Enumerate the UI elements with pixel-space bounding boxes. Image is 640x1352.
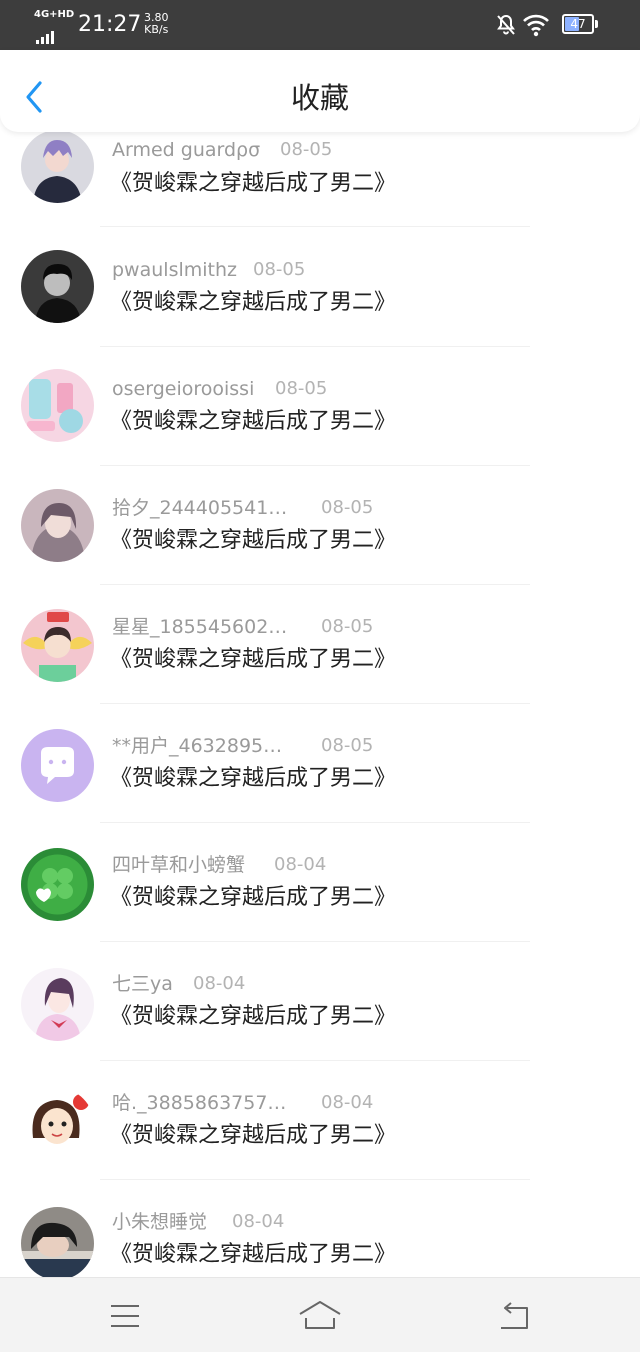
item-meta: 哈._3885863757… 08-04 [112,1091,373,1115]
book-title: 《贺峻霖之穿越后成了男二》 [110,290,397,315]
book-title: 《贺峻霖之穿越后成了男二》 [110,1123,397,1148]
item-meta: 小朱想睡觉 08-04 [112,1210,284,1234]
list-item[interactable]: Armed guardρσ 08-05 《贺峻霖之穿越后成了男二》 [0,132,640,251]
username: **用户_4632895… [112,735,283,757]
avatar[interactable] [21,968,94,1041]
battery-tip [595,20,598,28]
avatar[interactable] [21,729,94,802]
list-item[interactable]: 小朱想睡觉 08-04 《贺峻霖之穿越后成了男二》 [0,1203,640,1277]
item-meta: osergeiorooissi 08-05 [112,377,327,401]
item-meta: Armed guardρσ 08-05 [112,138,332,162]
back-icon[interactable] [493,1296,537,1336]
item-date: 08-05 [253,259,306,280]
avatar[interactable] [21,609,94,682]
item-date: 08-05 [275,378,328,399]
avatar[interactable] [21,1088,94,1161]
item-date: 08-04 [274,854,327,875]
avatar[interactable] [21,1207,94,1277]
page-title: 收藏 [290,81,349,115]
divider [100,703,530,704]
divider [100,1060,530,1061]
username: 拾夕_244405541… [112,497,288,519]
battery-level: 47 [570,17,586,31]
divider [100,941,530,942]
item-date: 08-05 [321,735,374,756]
divider [100,226,530,227]
username: 星星_185545602… [112,616,288,638]
divider [100,1179,530,1180]
wifi-icon [523,14,549,37]
list-item[interactable]: 四叶草和小螃蟹 08-04 《贺峻霖之穿越后成了男二》 [0,846,640,965]
item-meta: 拾夕_244405541… 08-05 [112,496,373,520]
book-title: 《贺峻霖之穿越后成了男二》 [110,885,397,910]
item-meta: 四叶草和小螃蟹 08-04 [112,853,326,877]
username: 小朱想睡觉 [112,1211,208,1233]
username: 哈._3885863757… [112,1092,287,1114]
list-item[interactable]: pwaulslmithz 08-05 《贺峻霖之穿越后成了男二》 [0,250,640,370]
book-title: 《贺峻霖之穿越后成了男二》 [110,766,397,791]
signal-icon: 4G+HD [34,10,74,44]
divider [100,584,530,585]
item-date: 08-04 [321,1092,374,1113]
book-title: 《贺峻霖之穿越后成了男二》 [110,528,397,553]
divider [100,346,530,347]
username: osergeiorooissi [112,378,255,400]
bottom-nav [0,1277,640,1352]
favorites-list: Armed guardρσ 08-05 《贺峻霖之穿越后成了男二》 pwauls… [0,132,640,1277]
item-date: 08-05 [280,139,333,160]
list-item[interactable]: **用户_4632895… 08-05 《贺峻霖之穿越后成了男二》 [0,727,640,846]
status-time: 21:27 [78,12,142,37]
avatar[interactable] [21,132,94,203]
item-date: 08-04 [232,1211,285,1232]
item-date: 08-05 [321,497,374,518]
item-date: 08-04 [193,973,246,994]
list-item[interactable]: 哈._3885863757… 08-04 《贺峻霖之穿越后成了男二》 [0,1084,640,1203]
book-title: 《贺峻霖之穿越后成了男二》 [110,409,397,434]
list-item[interactable]: 拾夕_244405541… 08-05 《贺峻霖之穿越后成了男二》 [0,489,640,608]
battery-icon: 47 [562,14,594,34]
avatar[interactable] [21,369,94,442]
divider [100,822,530,823]
list-item[interactable]: osergeiorooissi 08-05 《贺峻霖之穿越后成了男二》 [0,369,640,489]
book-title: 《贺峻霖之穿越后成了男二》 [110,647,397,672]
item-meta: pwaulslmithz 08-05 [112,258,305,282]
list-item[interactable]: 星星_185545602… 08-05 《贺峻霖之穿越后成了男二》 [0,608,640,727]
book-title: 《贺峻霖之穿越后成了男二》 [110,1242,397,1267]
avatar[interactable] [21,848,94,921]
item-meta: **用户_4632895… 08-05 [112,734,373,758]
username: Armed guardρσ [112,139,261,161]
book-title: 《贺峻霖之穿越后成了男二》 [110,171,397,196]
item-meta: 星星_185545602… 08-05 [112,615,373,639]
speed-unit: KB/s [144,23,169,36]
header-bar: 收藏 [0,50,640,132]
list-item[interactable]: 七三ya 08-04 《贺峻霖之穿越后成了男二》 [0,965,640,1084]
username: 七三ya [112,973,173,995]
avatar[interactable] [21,250,94,323]
avatar[interactable] [21,489,94,562]
mute-icon [497,14,515,35]
home-icon[interactable] [298,1296,342,1336]
username: pwaulslmithz [112,259,237,281]
username: 四叶草和小螃蟹 [112,854,246,876]
status-bar: 4G+HD 21:27 3.80 KB/s 47 [0,0,640,50]
item-meta: 七三ya 08-04 [112,972,245,996]
network-type: 4G+HD [34,9,75,20]
menu-icon[interactable] [103,1296,147,1336]
book-title: 《贺峻霖之穿越后成了男二》 [110,1004,397,1029]
divider [100,465,530,466]
network-speed: 3.80 KB/s [144,12,169,36]
item-date: 08-05 [321,616,374,637]
